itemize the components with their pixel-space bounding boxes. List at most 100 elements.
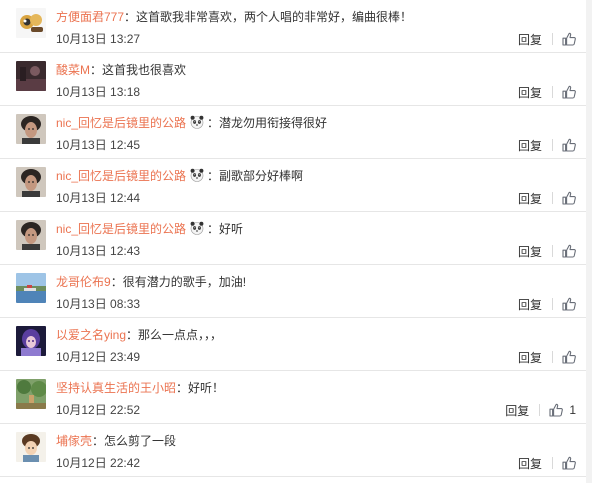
like-button[interactable] xyxy=(562,32,576,46)
comment-item: nic_回忆是后镜里的公路 ：副歌部分好棒啊 10月13日 12:44 回复 xyxy=(0,159,586,212)
like-button[interactable] xyxy=(562,350,576,364)
username-link[interactable]: 方便面君777 xyxy=(56,10,124,24)
comment-line: 酸菜M：这首我也很喜欢 xyxy=(56,62,576,78)
comment-timestamp: 10月13日 12:43 xyxy=(56,244,141,258)
action-divider xyxy=(552,351,553,363)
comment-timestamp: 10月13日 12:44 xyxy=(56,191,141,205)
like-count: 1 xyxy=(569,403,576,417)
comment-actions: 回复 xyxy=(518,190,576,206)
username-link[interactable]: 埔傢壳 xyxy=(56,434,92,448)
panda-emoji-icon xyxy=(190,168,204,182)
thumbs-up-icon xyxy=(562,456,576,470)
comment-list: 方便面君777：这首歌我非常喜欢，两个人唱的非常好，编曲很棒！ 10月13日 13… xyxy=(0,0,592,483)
reply-button[interactable]: 回复 xyxy=(518,190,542,207)
user-avatar[interactable] xyxy=(16,114,46,144)
comment-item: 坚持认真生活的王小昭：好听！ 10月12日 22:52 回复 1 xyxy=(0,371,586,424)
comment-actions: 回复 xyxy=(518,137,576,153)
user-avatar[interactable] xyxy=(16,220,46,250)
comment-text: 怎么剪了一段 xyxy=(104,434,177,448)
comment-timestamp: 10月12日 22:42 xyxy=(56,456,141,470)
comment-timestamp: 10月13日 12:45 xyxy=(56,138,141,152)
comment-text: 这首我也很喜欢 xyxy=(102,63,187,77)
like-button[interactable] xyxy=(562,138,576,152)
comment-item: 以爱之名ying：那么一点点，，， 10月12日 23:49 回复 xyxy=(0,318,586,371)
reply-button[interactable]: 回复 xyxy=(518,31,542,48)
like-button[interactable] xyxy=(562,456,576,470)
reply-button[interactable]: 回复 xyxy=(518,84,542,101)
comment-item: 埔傢壳：怎么剪了一段 10月12日 22:42 回复 xyxy=(0,424,586,477)
comment-item: nic_回忆是后镜里的公路 ：好听 10月13日 12:43 回复 xyxy=(0,212,586,265)
comment-line: nic_回忆是后镜里的公路 ：副歌部分好棒啊 xyxy=(56,168,576,184)
reply-button[interactable]: 回复 xyxy=(518,137,542,154)
user-avatar[interactable] xyxy=(16,379,46,409)
comment-actions: 回复 xyxy=(518,455,576,471)
like-button[interactable] xyxy=(562,244,576,258)
reply-button[interactable]: 回复 xyxy=(518,455,542,472)
comment-actions: 回复 xyxy=(518,349,576,365)
comment-timestamp: 10月13日 13:18 xyxy=(56,85,141,99)
comment-line: nic_回忆是后镜里的公路 ：潜龙勿用衔接得很好 xyxy=(56,115,576,131)
comment-line: 以爱之名ying：那么一点点，，， xyxy=(56,327,576,343)
reply-button[interactable]: 回复 xyxy=(505,402,529,419)
separator-colon: ： xyxy=(207,222,220,236)
reply-button[interactable]: 回复 xyxy=(518,296,542,313)
separator-colon: ： xyxy=(207,116,220,130)
user-avatar[interactable] xyxy=(16,273,46,303)
username-link[interactable]: 坚持认真生活的王小昭 xyxy=(56,381,176,395)
comment-actions: 回复 xyxy=(518,84,576,100)
comment-text: 那么一点点，，， xyxy=(138,328,223,342)
action-divider xyxy=(552,245,553,257)
user-avatar[interactable] xyxy=(16,61,46,91)
comment-actions: 回复 1 xyxy=(505,402,576,418)
comment-actions: 回复 xyxy=(518,296,576,312)
reply-button[interactable]: 回复 xyxy=(518,243,542,260)
separator-colon: ： xyxy=(124,10,137,24)
like-button[interactable]: 1 xyxy=(549,403,576,417)
comment-timestamp: 10月13日 13:27 xyxy=(56,32,141,46)
thumbs-up-icon xyxy=(562,191,576,205)
comment-line: nic_回忆是后镜里的公路 ：好听 xyxy=(56,221,576,237)
comment-text: 潜龙勿用衔接得很好 xyxy=(219,116,328,130)
comment-actions: 回复 xyxy=(518,31,576,47)
thumbs-up-icon xyxy=(562,297,576,311)
thumbs-up-icon xyxy=(562,32,576,46)
action-divider xyxy=(552,139,553,151)
thumbs-up-icon xyxy=(562,350,576,364)
action-divider xyxy=(552,298,553,310)
thumbs-up-icon xyxy=(562,244,576,258)
separator-colon: ： xyxy=(110,275,123,289)
comment-item: 龙哥伦布9：很有潜力的歌手，加油! 10月13日 08:33 回复 xyxy=(0,265,586,318)
like-button[interactable] xyxy=(562,191,576,205)
username-link[interactable]: nic_回忆是后镜里的公路 xyxy=(56,116,186,130)
separator-colon: ： xyxy=(207,169,220,183)
comment-item: 方便面君777：这首歌我非常喜欢，两个人唱的非常好，编曲很棒！ 10月13日 13… xyxy=(0,0,586,53)
comment-timestamp: 10月13日 08:33 xyxy=(56,297,141,311)
scrollbar[interactable] xyxy=(586,0,592,483)
user-avatar[interactable] xyxy=(16,8,46,38)
comment-actions: 回复 xyxy=(518,243,576,259)
username-link[interactable]: 以爱之名ying xyxy=(56,328,126,342)
user-avatar[interactable] xyxy=(16,326,46,356)
reply-button[interactable]: 回复 xyxy=(518,349,542,366)
username-link[interactable]: 酸菜M xyxy=(56,63,90,77)
username-link[interactable]: 龙哥伦布9 xyxy=(56,275,111,289)
separator-colon: ： xyxy=(126,328,139,342)
separator-colon: ： xyxy=(90,63,103,77)
like-button[interactable] xyxy=(562,85,576,99)
comment-line: 龙哥伦布9：很有潜力的歌手，加油! xyxy=(56,274,576,290)
username-link[interactable]: nic_回忆是后镜里的公路 xyxy=(56,222,186,236)
user-avatar[interactable] xyxy=(16,432,46,462)
user-avatar[interactable] xyxy=(16,167,46,197)
action-divider xyxy=(539,404,541,416)
separator-colon: ： xyxy=(176,381,189,395)
action-divider xyxy=(552,33,553,45)
thumbs-up-icon xyxy=(562,138,576,152)
thumbs-up-icon xyxy=(562,85,576,99)
like-button[interactable] xyxy=(562,297,576,311)
action-divider xyxy=(552,457,553,469)
comment-text: 好听 xyxy=(219,222,244,236)
comment-text: 这首歌我非常喜欢，两个人唱的非常好，编曲很棒！ xyxy=(136,10,413,24)
username-link[interactable]: nic_回忆是后镜里的公路 xyxy=(56,169,186,183)
panda-emoji-icon xyxy=(190,221,204,235)
comment-line: 方便面君777：这首歌我非常喜欢，两个人唱的非常好，编曲很棒！ xyxy=(56,9,576,25)
